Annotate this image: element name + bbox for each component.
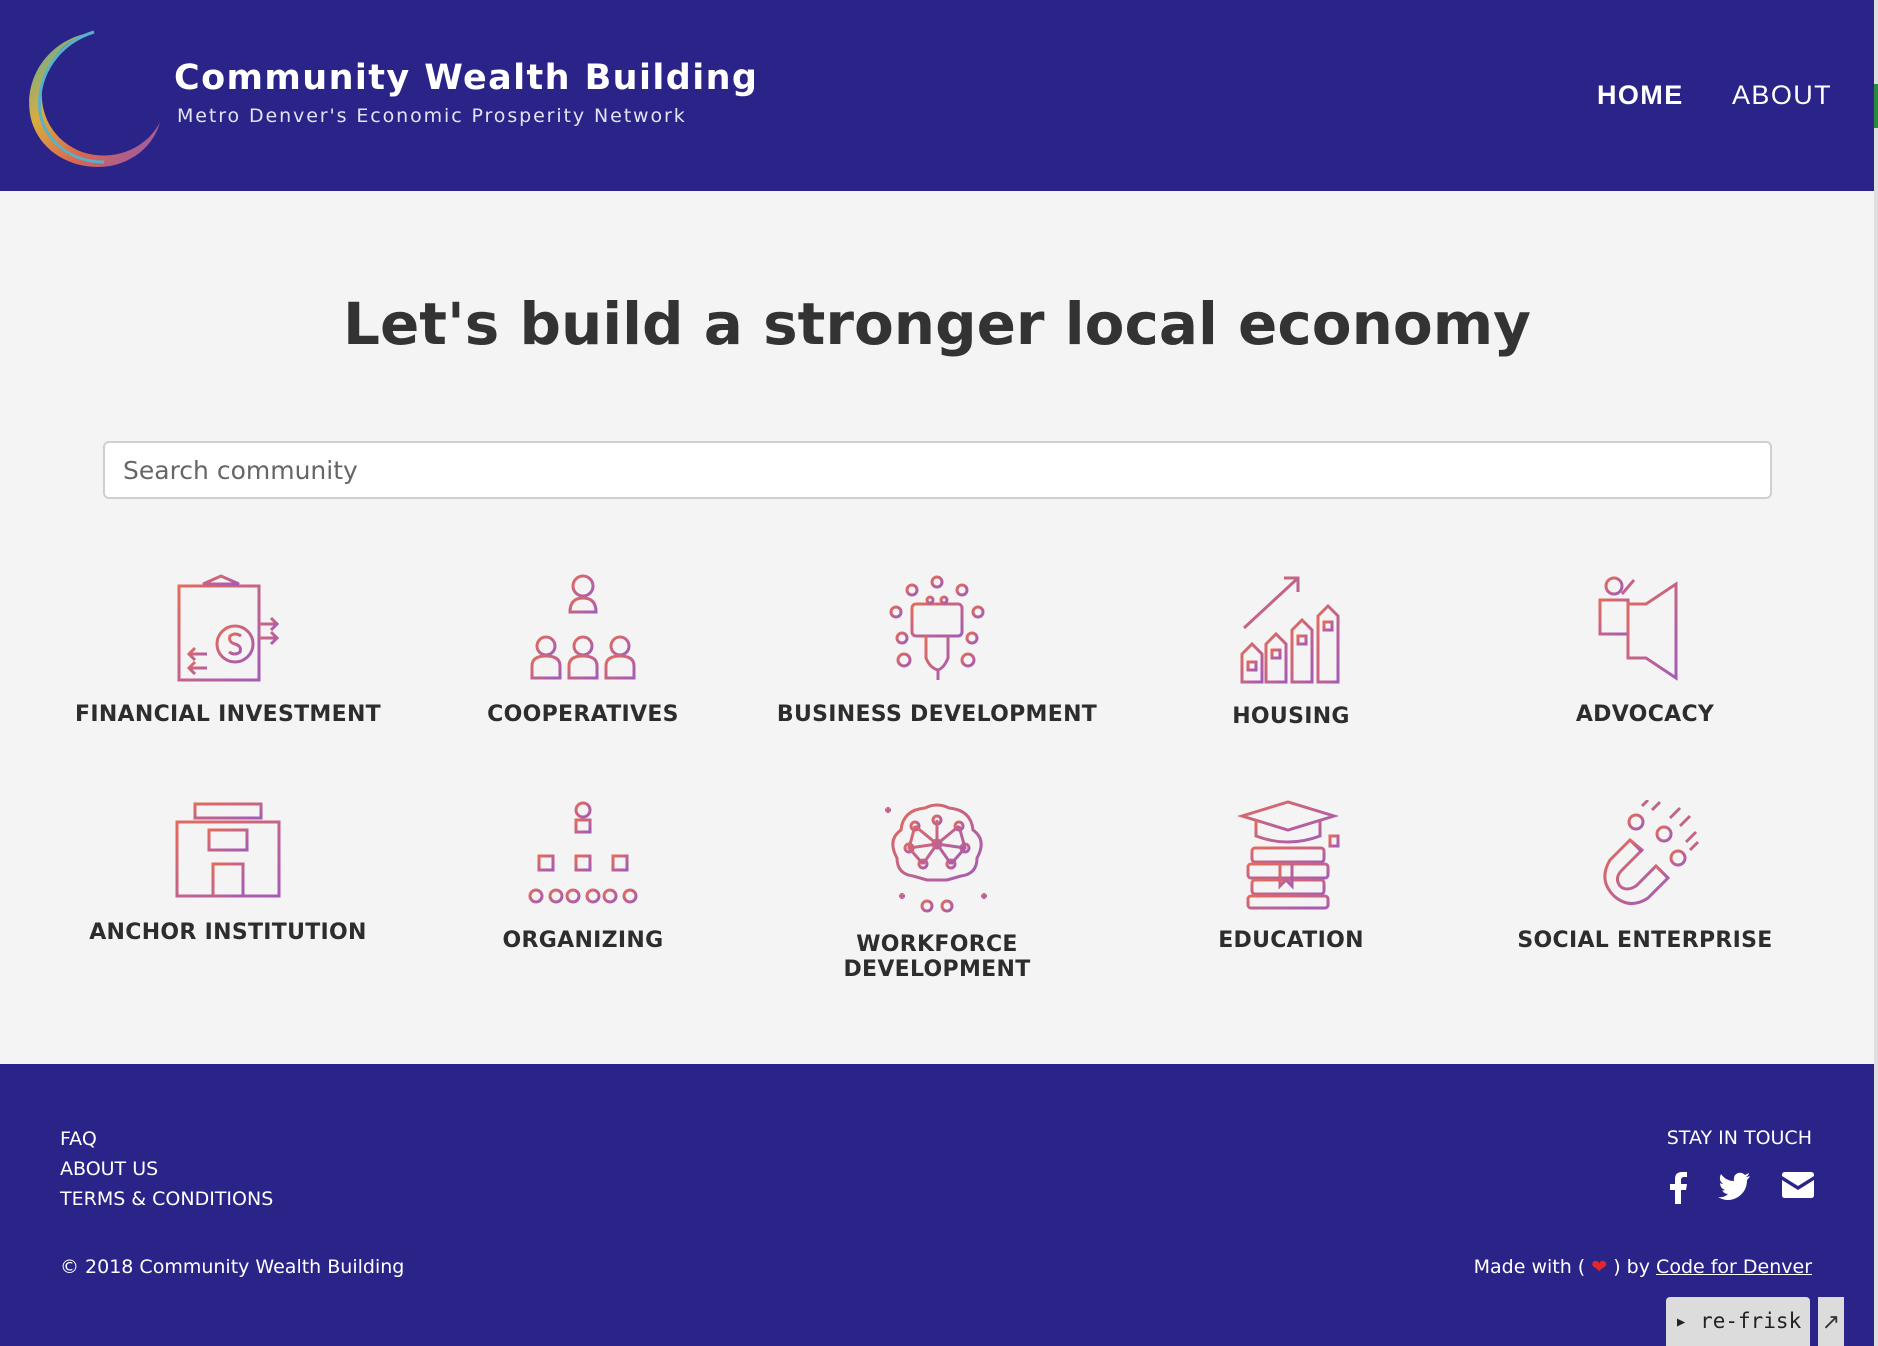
category-label: HOUSING bbox=[1232, 704, 1350, 729]
nav-home[interactable]: HOME bbox=[1597, 80, 1684, 111]
footer-link-about-us[interactable]: ABOUT US bbox=[60, 1158, 158, 1180]
category-label: ANCHOR INSTITUTION bbox=[89, 920, 367, 945]
footer-link-faq[interactable]: FAQ bbox=[60, 1128, 97, 1150]
made-mid: ) by bbox=[1613, 1256, 1650, 1278]
category-advocacy[interactable]: ADVOCACY bbox=[1468, 574, 1822, 727]
heart-icon: ❤ bbox=[1591, 1256, 1608, 1278]
made-prefix: Made with ( bbox=[1473, 1256, 1586, 1278]
category-financial-investment[interactable]: FINANCIAL INVESTMENT bbox=[51, 574, 405, 727]
building-icon bbox=[175, 802, 281, 898]
category-label: BUSINESS DEVELOPMENT bbox=[776, 702, 1098, 727]
twitter-icon[interactable] bbox=[1718, 1172, 1750, 1200]
stay-in-touch-label: STAY IN TOUCH bbox=[1666, 1127, 1812, 1149]
site-footer: FAQ ABOUT US TERMS & CONDITIONS STAY IN … bbox=[0, 1064, 1874, 1346]
category-housing[interactable]: HOUSING bbox=[1114, 574, 1468, 729]
facebook-icon[interactable] bbox=[1668, 1172, 1688, 1204]
magnet-icon bbox=[1603, 800, 1700, 905]
page-title: Let's build a stronger local economy bbox=[342, 290, 1531, 358]
code-for-denver-link[interactable]: Code for Denver bbox=[1656, 1256, 1812, 1278]
brain-network-icon bbox=[885, 803, 987, 913]
category-label: COOPERATIVES bbox=[487, 702, 679, 727]
made-with-credit: Made with ( ❤ ) by Code for Denver bbox=[1474, 1256, 1812, 1278]
category-social-enterprise[interactable]: SOCIAL ENTERPRISE bbox=[1468, 800, 1822, 953]
megaphone-person-icon bbox=[1598, 576, 1696, 681]
window-edge bbox=[1874, 0, 1878, 1346]
brand-title[interactable]: Community Wealth Building bbox=[174, 58, 758, 98]
category-label: ORGANIZING bbox=[502, 928, 664, 953]
category-label: SOCIAL ENTERPRISE bbox=[1517, 928, 1773, 953]
houses-growth-icon bbox=[1238, 576, 1344, 684]
logo-icon[interactable] bbox=[20, 26, 166, 172]
category-organizing[interactable]: ORGANIZING bbox=[406, 800, 760, 953]
bank-dollar-exchange-icon bbox=[177, 574, 280, 682]
category-cooperatives[interactable]: COOPERATIVES bbox=[406, 574, 760, 727]
refrisk-toggle-button[interactable]: ▸ re-frisk bbox=[1666, 1297, 1810, 1346]
graduation-books-icon bbox=[1236, 800, 1340, 910]
copyright-text: © 2018 Community Wealth Building bbox=[60, 1256, 405, 1278]
brand-subtitle: Metro Denver's Economic Prosperity Netwo… bbox=[177, 105, 687, 127]
expand-icon[interactable]: ↗ bbox=[1818, 1297, 1844, 1346]
envelope-icon[interactable] bbox=[1782, 1172, 1814, 1198]
category-workforce-development[interactable]: WORKFORCE DEVELOPMENT bbox=[760, 800, 1114, 982]
category-label: WORKFORCE DEVELOPMENT bbox=[843, 932, 1031, 982]
category-label: ADVOCACY bbox=[1575, 702, 1715, 727]
hand-card-idea-icon bbox=[889, 575, 985, 680]
site-header: Community Wealth Building Metro Denver's… bbox=[0, 0, 1874, 191]
footer-link-terms[interactable]: TERMS & CONDITIONS bbox=[60, 1188, 273, 1210]
category-anchor-institution[interactable]: ANCHOR INSTITUTION bbox=[51, 800, 405, 945]
category-education[interactable]: EDUCATION bbox=[1114, 800, 1468, 953]
category-business-development[interactable]: BUSINESS DEVELOPMENT bbox=[760, 574, 1114, 727]
search-input[interactable] bbox=[103, 441, 1772, 499]
category-label: FINANCIAL INVESTMENT bbox=[75, 702, 381, 727]
category-label: EDUCATION bbox=[1218, 928, 1364, 953]
org-chart-people-icon bbox=[530, 574, 636, 680]
network-hierarchy-icon bbox=[528, 801, 638, 904]
nav-about[interactable]: ABOUT bbox=[1732, 80, 1832, 111]
